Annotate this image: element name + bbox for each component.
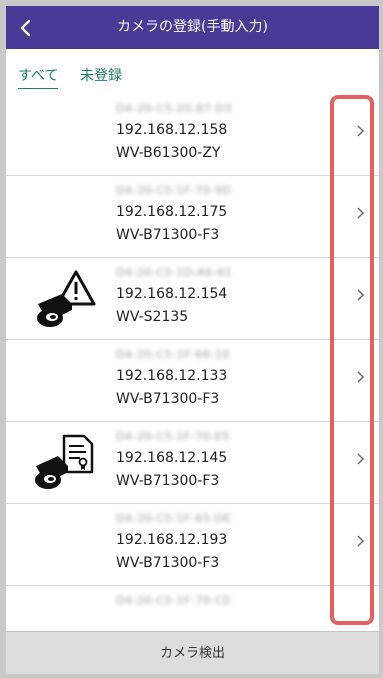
chevron-left-icon — [20, 19, 31, 36]
mac-address: D4-20-C5-1F-70-9D — [116, 184, 232, 197]
list-item[interactable]: D4-20-C5-1D-A6-61 192.168.12.154 WV-S213… — [6, 258, 379, 340]
page-title: カメラの登録(手動入力) — [117, 19, 268, 35]
list-item[interactable]: D4-20-C5-1F-70-C0 — [6, 586, 379, 631]
mac-address: D4-20-C5-1F-70-E5 — [116, 430, 230, 443]
filter-tabs: すべて 未登録 — [6, 49, 379, 94]
mac-address: D4-20-C5-1F-70-C0 — [116, 594, 231, 607]
camera-warning-icon — [28, 266, 98, 332]
model-name: WV-B71300-F3 — [116, 227, 220, 243]
model-name: WV-B71300-F3 — [116, 555, 220, 571]
back-button[interactable] — [6, 6, 46, 49]
list-item[interactable]: D4-20-C5-1F-65-DE 192.168.12.193 WV-B713… — [6, 504, 379, 586]
ip-address: 192.168.12.175 — [116, 204, 228, 220]
ip-address: 192.168.12.158 — [116, 122, 228, 138]
mac-address: D4-20-C5-1F-66-10 — [116, 348, 230, 361]
model-name: WV-B71300-F3 — [116, 473, 220, 489]
model-name: WV-B61300-ZY — [116, 145, 221, 161]
camera-detect-button[interactable]: カメラ検出 — [6, 631, 379, 674]
camera-list: D4-20-C5-20-87-D3 192.168.12.158 WV-B613… — [6, 94, 379, 631]
mac-address: D4-20-C5-1D-A6-61 — [116, 266, 233, 279]
highlight-frame — [330, 95, 374, 625]
ip-address: 192.168.12.193 — [116, 532, 228, 548]
ip-address: 192.168.12.133 — [116, 368, 228, 384]
list-item[interactable]: D4-20-C5-20-87-D3 192.168.12.158 WV-B613… — [6, 94, 379, 176]
model-name: WV-S2135 — [116, 309, 189, 325]
app-header: カメラの登録(手動入力) — [6, 6, 379, 49]
model-name: WV-B71300-F3 — [116, 391, 220, 407]
camera-detect-label: カメラ検出 — [159, 646, 225, 661]
list-item[interactable]: D4-20-C5-1F-70-9D 192.168.12.175 WV-B713… — [6, 176, 379, 258]
list-item[interactable]: D4-20-C5-1F-70-E5 192.168.12.145 WV-B713… — [6, 422, 379, 504]
ip-address: 192.168.12.145 — [116, 450, 228, 466]
tab-all[interactable]: すべて — [18, 65, 59, 89]
camera-certificate-icon — [28, 430, 98, 496]
mac-address: D4-20-C5-20-87-D3 — [116, 102, 232, 115]
list-item[interactable]: D4-20-C5-1F-66-10 192.168.12.133 WV-B713… — [6, 340, 379, 422]
ip-address: 192.168.12.154 — [116, 286, 228, 302]
mac-address: D4-20-C5-1F-65-DE — [116, 512, 232, 525]
tab-unregistered[interactable]: 未登録 — [80, 65, 122, 85]
app-screen: カメラの登録(手動入力) すべて 未登録 D4-20-C5-20-87-D3 1… — [6, 6, 379, 674]
